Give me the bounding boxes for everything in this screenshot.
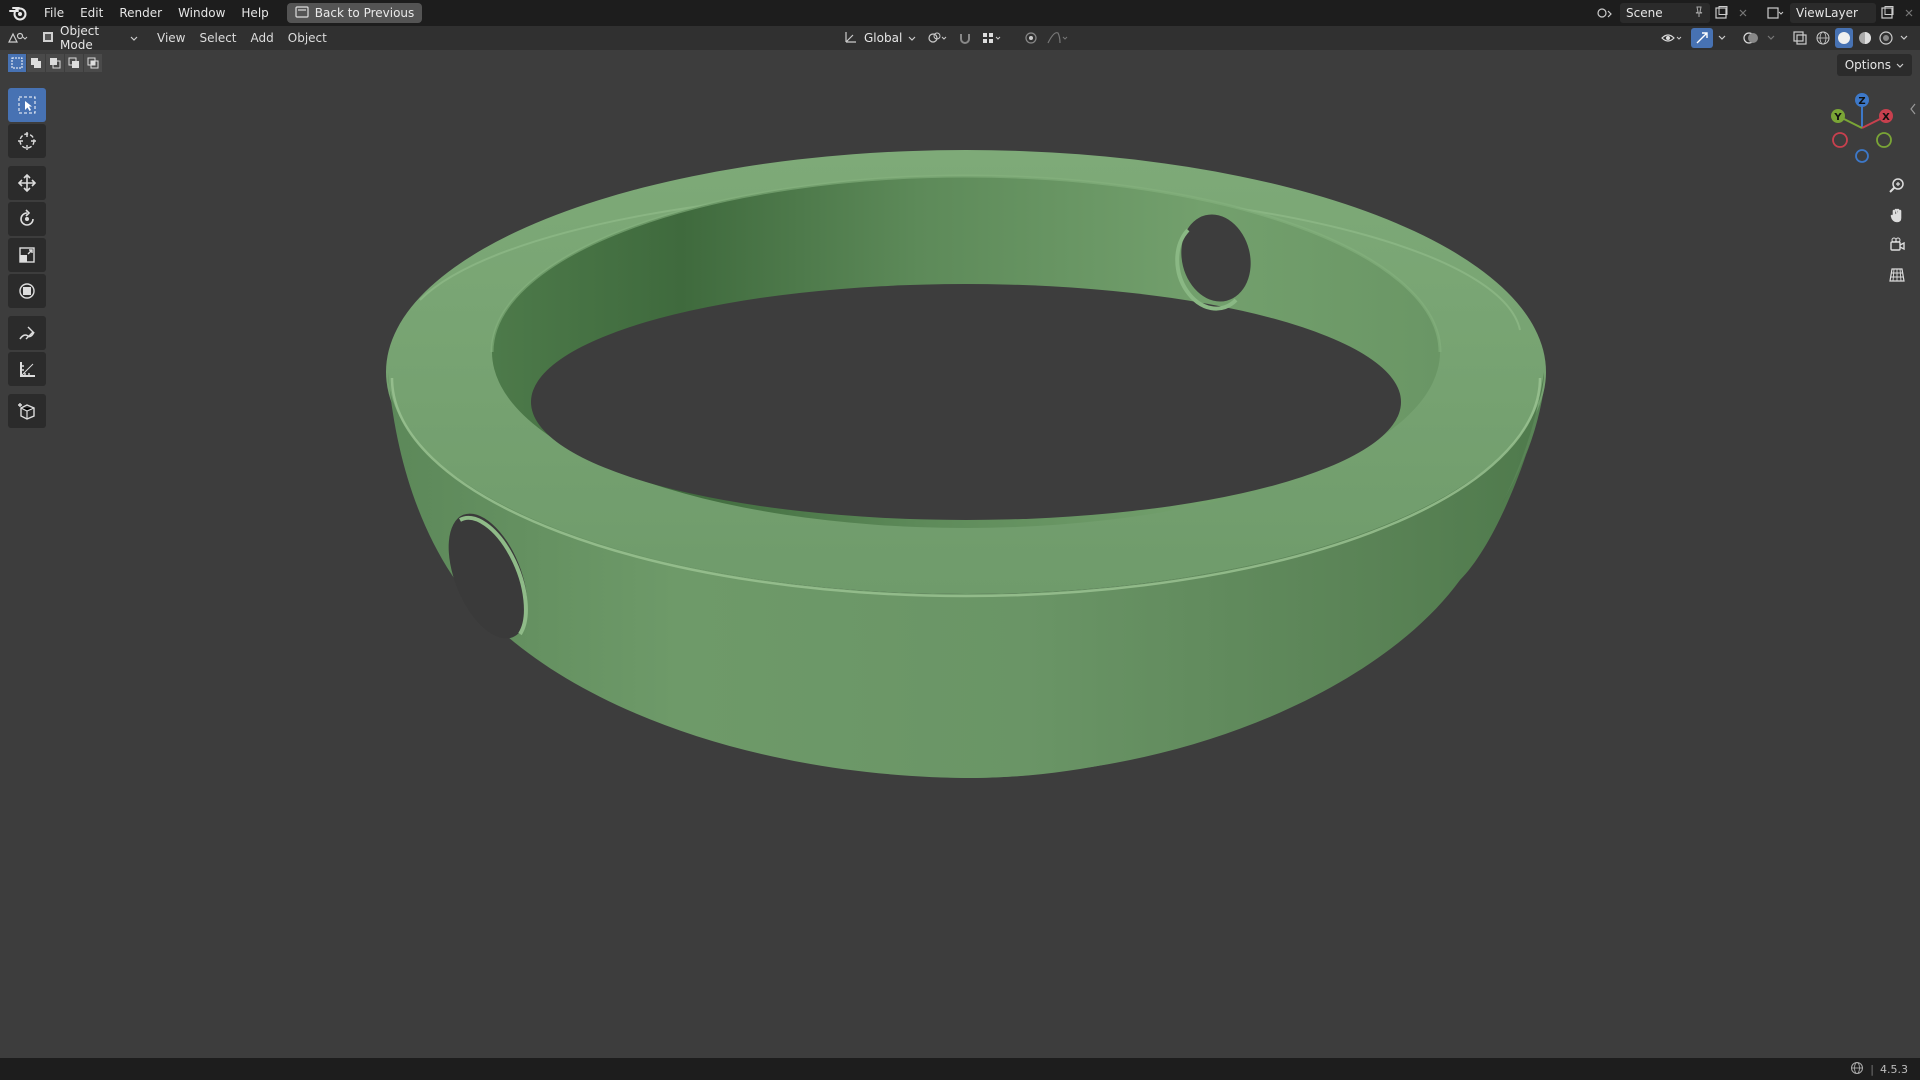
transform-controls: Global — [838, 26, 1072, 50]
gizmo-neg-x — [1832, 132, 1848, 148]
xray-icon[interactable] — [1789, 28, 1811, 48]
select-intersect-icon[interactable] — [84, 54, 102, 72]
status-bar: | 4.5.3 — [0, 1058, 1920, 1080]
gizmo-x-label: X — [1882, 112, 1890, 123]
select-invert-icon[interactable] — [65, 54, 83, 72]
scene-field[interactable]: Scene — [1620, 3, 1710, 23]
viewport-display-controls — [1658, 26, 1910, 50]
select-extend-icon[interactable] — [27, 54, 45, 72]
gizmo-neg-z — [1855, 149, 1869, 163]
pin-icon[interactable] — [1694, 6, 1704, 21]
editor-type-icon[interactable] — [0, 28, 36, 48]
orientation-axes-icon — [844, 30, 858, 47]
chevron-down-icon — [908, 31, 916, 45]
gizmo-y-label: Y — [1833, 112, 1842, 123]
snap-magnet-icon[interactable] — [954, 28, 976, 48]
menu-view[interactable]: View — [150, 26, 192, 50]
scene-name: Scene — [1626, 6, 1663, 20]
proportional-editing-icon[interactable] — [1020, 28, 1042, 48]
view-layer-icon[interactable] — [1764, 3, 1786, 23]
menu-edit[interactable]: Edit — [72, 0, 111, 26]
sidebar-toggle-icon[interactable] — [1908, 102, 1918, 116]
menu-add[interactable]: Add — [244, 26, 281, 50]
viewport-canvas — [386, 150, 1546, 779]
snap-target-icon[interactable] — [978, 28, 1006, 48]
menu-object[interactable]: Object — [281, 26, 334, 50]
move-tool-icon[interactable] — [8, 166, 46, 200]
3d-viewport[interactable] — [0, 50, 1920, 1058]
select-new-icon[interactable] — [8, 54, 26, 72]
new-view-layer-icon[interactable] — [1876, 3, 1898, 23]
pan-hand-icon[interactable] — [1884, 202, 1910, 228]
gizmo-toggle-icon[interactable] — [1691, 28, 1713, 48]
visibility-eye-icon[interactable] — [1658, 28, 1688, 48]
ring-center-opening — [531, 284, 1401, 520]
chevron-down-icon[interactable] — [1898, 28, 1910, 48]
network-globe-icon[interactable] — [1850, 1061, 1864, 1078]
blender-logo-icon[interactable] — [0, 0, 36, 26]
menu-window[interactable]: Window — [170, 0, 233, 26]
top-bar: File Edit Render Window Help Back to Pre… — [0, 0, 1920, 26]
back-to-previous-button[interactable]: Back to Previous — [286, 3, 423, 23]
add-cube-tool-icon[interactable] — [8, 394, 46, 428]
options-dropdown[interactable]: Options — [1836, 54, 1912, 76]
navigation-gizmo[interactable]: Z X Y — [1824, 90, 1900, 166]
wireframe-shading-icon[interactable] — [1814, 28, 1832, 48]
viewport-header: Object Mode View Select Add Object Globa… — [0, 24, 1920, 52]
camera-view-icon[interactable] — [1884, 232, 1910, 258]
workspace-controls: Scene ViewLayer — [1594, 0, 1920, 26]
chevron-down-icon — [130, 31, 138, 45]
gizmo-z-label: Z — [1858, 96, 1865, 107]
menu-render[interactable]: Render — [111, 0, 170, 26]
solid-shading-icon[interactable] — [1835, 28, 1853, 48]
view-layer-field[interactable]: ViewLayer — [1790, 3, 1876, 23]
select-subtract-icon[interactable] — [46, 54, 64, 72]
rendered-shading-icon[interactable] — [1877, 28, 1895, 48]
overlays-icon[interactable] — [1740, 28, 1762, 48]
transform-tool-icon[interactable] — [8, 274, 46, 308]
close-view-layer-icon[interactable] — [1898, 3, 1920, 23]
selection-mode-group — [8, 54, 102, 72]
gizmo-neg-y — [1876, 132, 1892, 148]
new-scene-icon[interactable] — [1710, 3, 1732, 23]
close-scene-icon[interactable] — [1732, 3, 1754, 23]
perspective-grid-icon[interactable] — [1884, 262, 1910, 288]
scale-tool-icon[interactable] — [8, 238, 46, 272]
menu-help[interactable]: Help — [233, 0, 276, 26]
chevron-down-icon[interactable] — [1765, 28, 1777, 48]
object-mode-label: Object Mode — [60, 24, 100, 52]
menu-file[interactable]: File — [36, 0, 72, 26]
zoom-icon[interactable] — [1884, 172, 1910, 198]
menu-select[interactable]: Select — [192, 26, 243, 50]
select-box-tool-icon[interactable] — [8, 88, 46, 122]
back-to-previous-label: Back to Previous — [314, 6, 415, 20]
orientation-label: Global — [864, 31, 903, 45]
transform-orientation-dropdown[interactable]: Global — [838, 28, 922, 48]
material-shading-icon[interactable] — [1856, 28, 1874, 48]
rotate-tool-icon[interactable] — [8, 202, 46, 236]
status-divider: | — [1870, 1062, 1874, 1076]
chevron-down-icon[interactable] — [1716, 28, 1728, 48]
scene-selector-icon[interactable] — [1594, 3, 1616, 23]
chevron-down-icon — [1896, 58, 1904, 72]
back-icon — [295, 5, 309, 21]
tool-shelf — [8, 88, 46, 428]
falloff-curve-icon[interactable] — [1044, 28, 1072, 48]
measure-tool-icon[interactable] — [8, 352, 46, 386]
viewport-navigation — [1884, 172, 1910, 288]
version-label: 4.5.3 — [1880, 1062, 1908, 1076]
options-label: Options — [1844, 58, 1891, 72]
object-mode-icon — [42, 31, 54, 46]
annotate-tool-icon[interactable] — [8, 316, 46, 350]
cursor-tool-icon[interactable] — [8, 124, 46, 158]
object-mode-dropdown[interactable]: Object Mode — [36, 24, 144, 52]
pivot-point-icon[interactable] — [924, 28, 952, 48]
view-layer-name: ViewLayer — [1796, 6, 1858, 20]
